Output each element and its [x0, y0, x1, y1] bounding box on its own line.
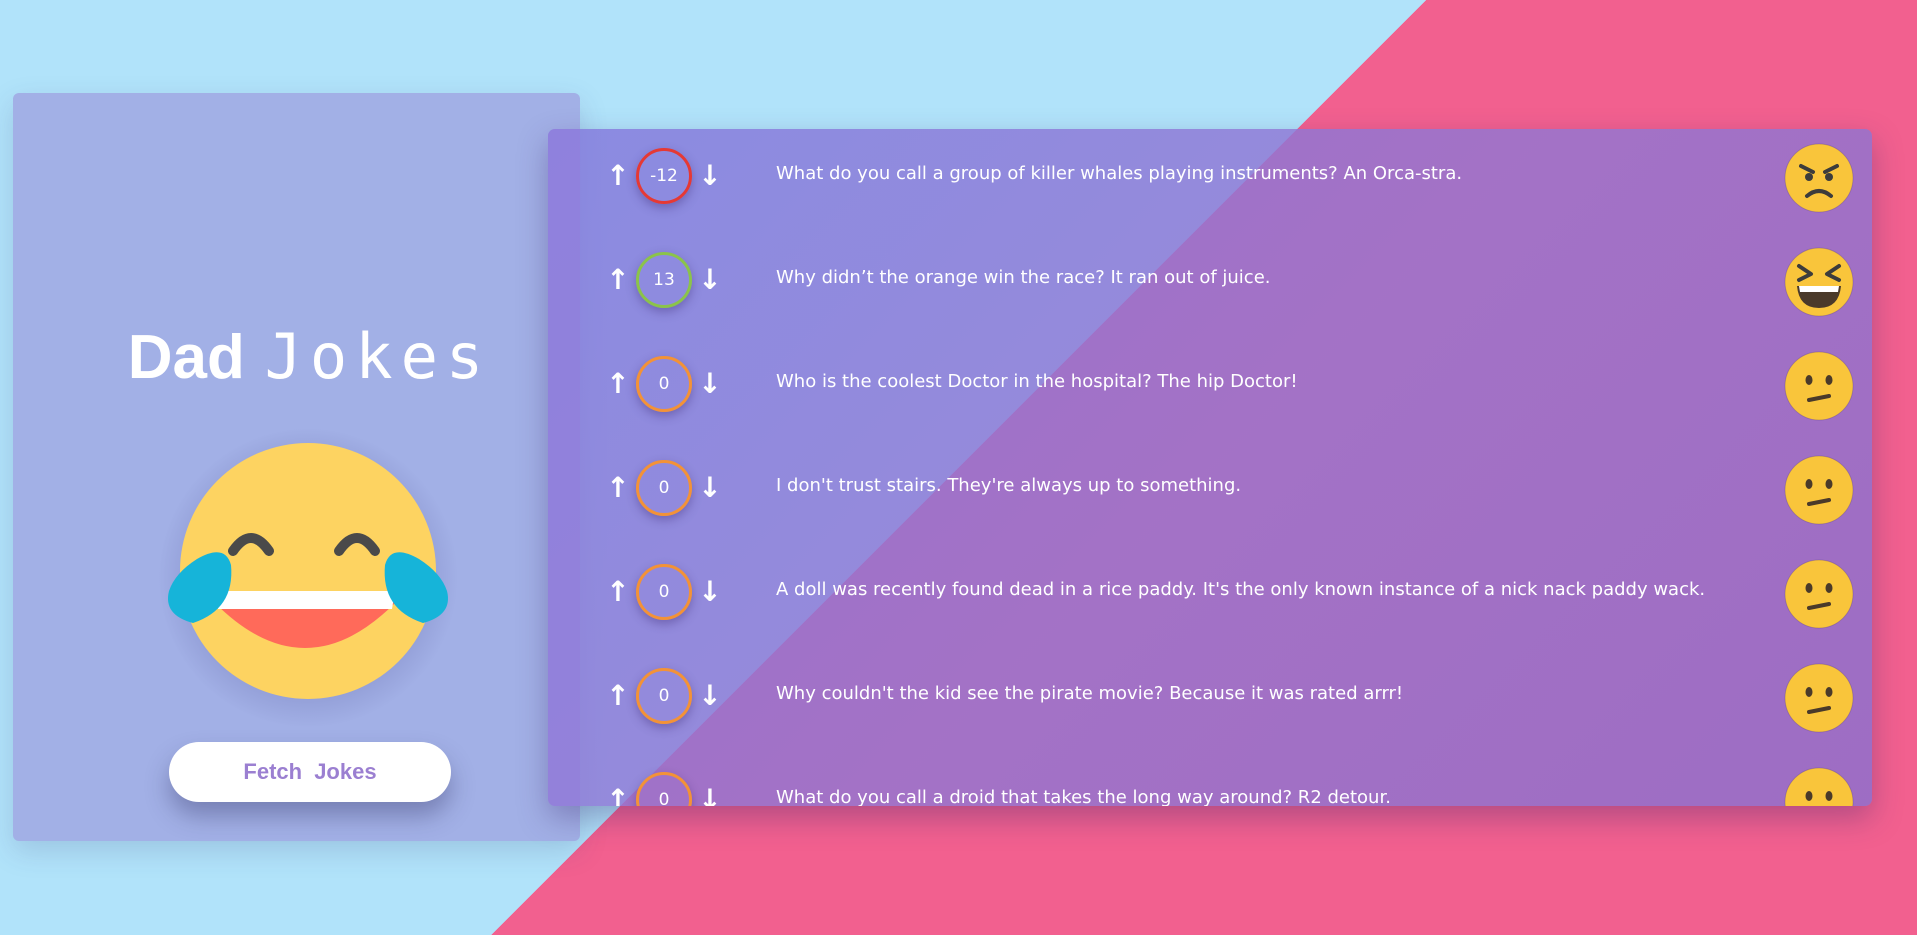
downvote-icon[interactable]: ↓ [696, 786, 724, 807]
confused-face-icon [1783, 766, 1855, 806]
grinning-squint-face-icon [1783, 246, 1855, 318]
page-title: Dad Jokes [13, 321, 606, 394]
joke-text: Why couldn't the kid see the pirate movi… [776, 683, 1404, 704]
upvote-icon[interactable]: ↑ [604, 266, 632, 294]
joke-text: Who is the coolest Doctor in the hospita… [776, 371, 1298, 392]
downvote-icon[interactable]: ↓ [696, 266, 724, 294]
vote-score: 0 [636, 564, 692, 620]
tears-of-joy-icon [158, 428, 458, 728]
joke-row: ↑ 13 ↓ Why didn’t the orange win the rac… [548, 233, 1872, 337]
vote-score: 0 [636, 356, 692, 412]
joke-row: ↑ 0 ↓ Who is the coolest Doctor in the h… [548, 337, 1872, 441]
joke-text: I don't trust stairs. They're always up … [776, 475, 1242, 496]
confused-face-icon [1783, 662, 1855, 734]
downvote-icon[interactable]: ↓ [696, 578, 724, 606]
fetch-jokes-button[interactable]: Fetch Jokes [169, 742, 451, 802]
downvote-icon[interactable]: ↓ [696, 162, 724, 190]
downvote-icon[interactable]: ↓ [696, 370, 724, 398]
title-bold-word: Dad [127, 323, 245, 392]
joke-row: ↑ 0 ↓ I don't trust stairs. They're alwa… [548, 441, 1872, 545]
upvote-icon[interactable]: ↑ [604, 162, 632, 190]
title-light-word: Jokes [264, 320, 492, 393]
jokes-list: ↑ -12 ↓ What do you call a group of kill… [548, 129, 1872, 806]
downvote-icon[interactable]: ↓ [696, 474, 724, 502]
confused-face-icon [1783, 350, 1855, 422]
joke-row: ↑ 0 ↓ What do you call a droid that take… [548, 753, 1872, 806]
joke-text: A doll was recently found dead in a rice… [776, 579, 1706, 600]
confused-face-icon [1783, 558, 1855, 630]
confused-face-icon [1783, 454, 1855, 526]
sidebar: Dad Jokes Fetch Jokes [13, 93, 580, 841]
downvote-icon[interactable]: ↓ [696, 682, 724, 710]
joke-row: ↑ 0 ↓ Why couldn't the kid see the pirat… [548, 649, 1872, 753]
upvote-icon[interactable]: ↑ [604, 474, 632, 502]
vote-score: 0 [636, 772, 692, 806]
upvote-icon[interactable]: ↑ [604, 370, 632, 398]
vote-score: 0 [636, 668, 692, 724]
joke-row: ↑ -12 ↓ What do you call a group of kill… [548, 129, 1872, 233]
joke-text: What do you call a group of killer whale… [776, 163, 1463, 184]
vote-score: 13 [636, 252, 692, 308]
upvote-icon[interactable]: ↑ [604, 578, 632, 606]
angry-face-icon [1783, 142, 1855, 214]
vote-score: 0 [636, 460, 692, 516]
upvote-icon[interactable]: ↑ [604, 682, 632, 710]
upvote-icon[interactable]: ↑ [604, 786, 632, 807]
joke-row: ↑ 0 ↓ A doll was recently found dead in … [548, 545, 1872, 649]
vote-score: -12 [636, 148, 692, 204]
joke-text: Why didn’t the orange win the race? It r… [776, 267, 1271, 288]
joke-text: What do you call a droid that takes the … [776, 787, 1391, 806]
